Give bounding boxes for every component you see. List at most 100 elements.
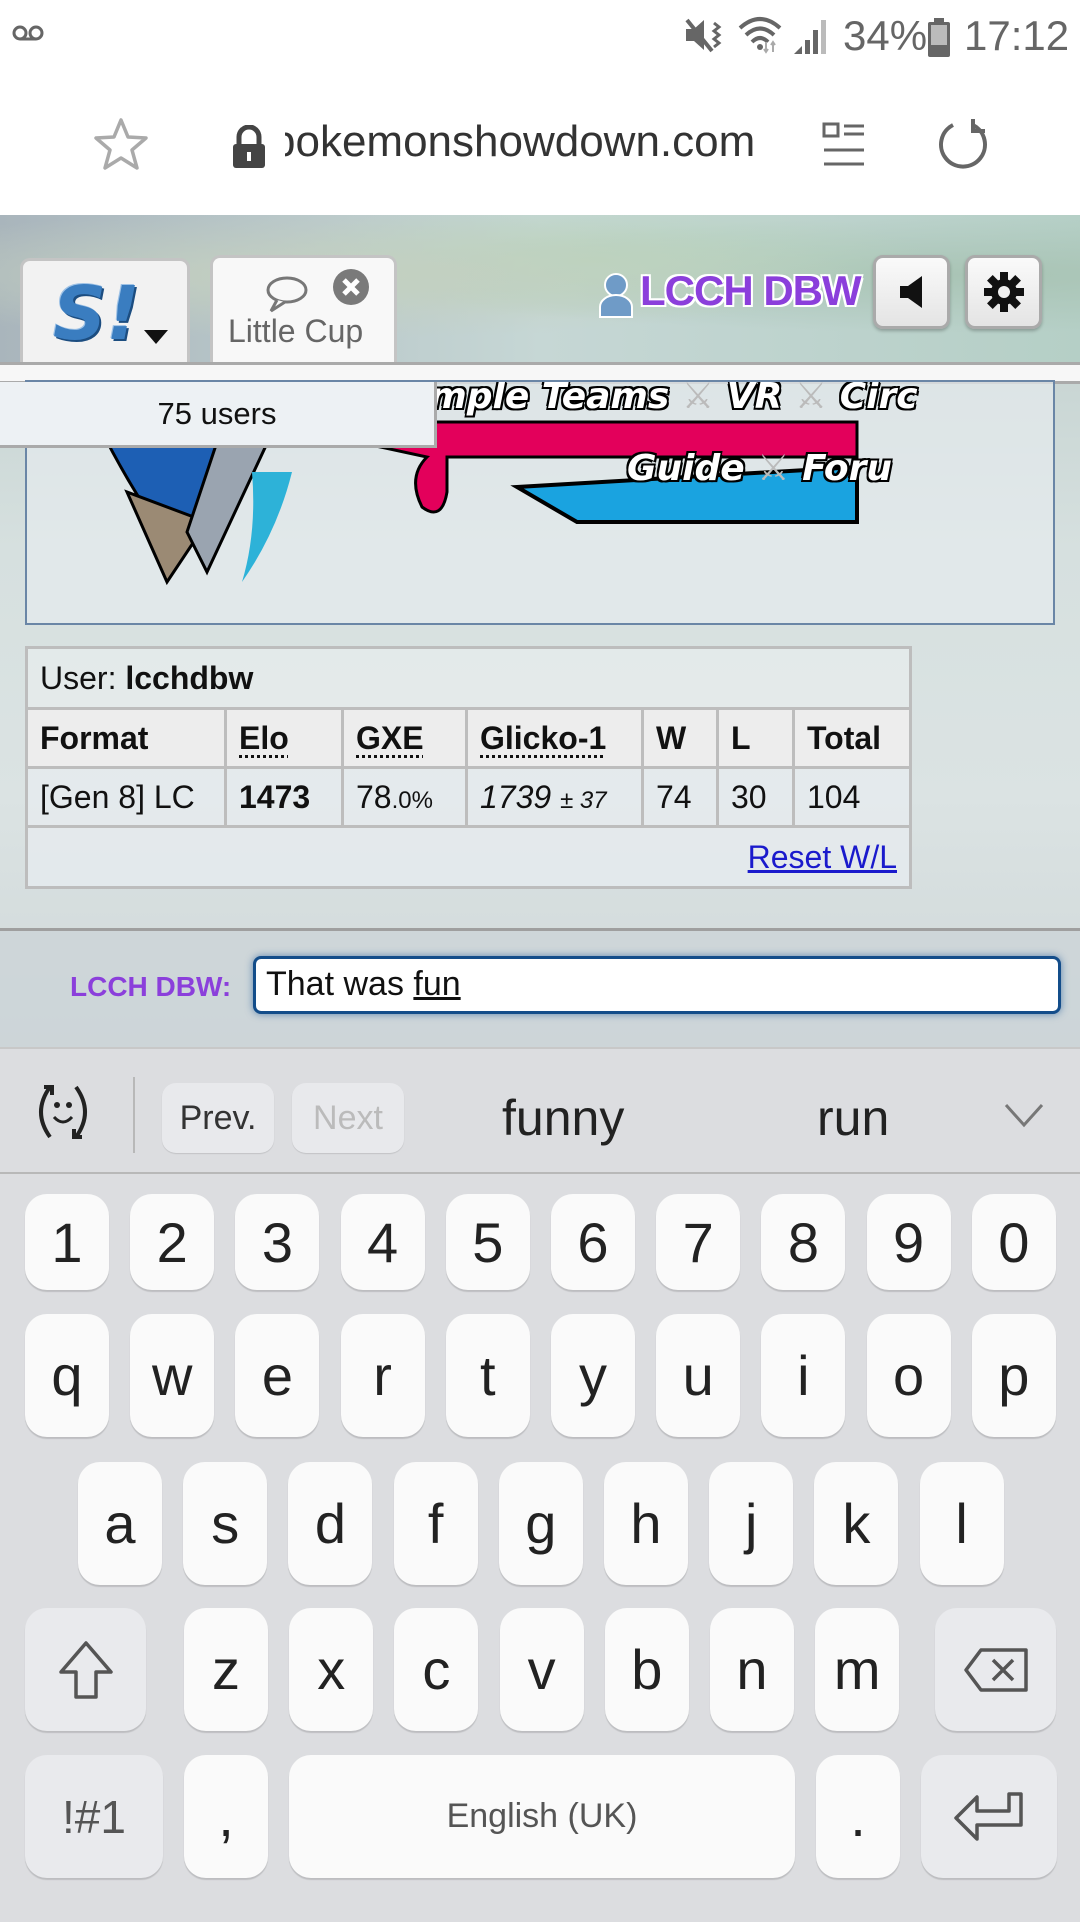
- key-k[interactable]: k: [814, 1462, 899, 1585]
- enter-icon: [954, 1791, 1023, 1841]
- cell-elo: 1473: [224, 766, 344, 828]
- key-f[interactable]: f: [393, 1462, 478, 1585]
- key-9[interactable]: 9: [866, 1194, 951, 1290]
- banner-links-row2: Guide ⚔ Foru: [627, 448, 892, 489]
- cell-glicko: 1739 ± 37: [465, 766, 644, 828]
- comma-key[interactable]: ,: [184, 1755, 268, 1878]
- table-row: [Gen 8] LC 1473 78.0% 1739 ± 37 74 30 10…: [25, 766, 912, 828]
- reset-wl-link[interactable]: Reset W/L: [748, 839, 897, 875]
- banner-link-circuit[interactable]: Circ: [840, 382, 918, 417]
- next-field-button[interactable]: Next: [292, 1083, 404, 1153]
- key-7[interactable]: 7: [656, 1194, 741, 1290]
- key-8[interactable]: 8: [761, 1194, 846, 1290]
- key-y[interactable]: y: [551, 1314, 635, 1437]
- banner-link-vr[interactable]: VR: [727, 382, 783, 417]
- key-4[interactable]: 4: [340, 1194, 425, 1290]
- key-z[interactable]: z: [184, 1608, 268, 1731]
- glicko-deviation: ± 37: [560, 786, 607, 814]
- key-x[interactable]: x: [289, 1608, 374, 1731]
- header-row: Format Elo GXE Glicko-1 W L Total: [25, 707, 912, 769]
- key-2[interactable]: 2: [130, 1194, 215, 1290]
- key-r[interactable]: r: [340, 1314, 425, 1437]
- user-cell: User: lcchdbw: [25, 646, 912, 710]
- close-tab-button[interactable]: [333, 269, 369, 305]
- sound-button[interactable]: [873, 255, 950, 329]
- cell-wins: 74: [641, 766, 719, 828]
- username-button[interactable]: LCCH DBW: [640, 267, 862, 315]
- tab-little-cup[interactable]: Little Cup: [210, 255, 397, 365]
- key-m[interactable]: m: [815, 1608, 900, 1731]
- chat-input-composing-word: fun: [413, 965, 461, 1003]
- key-1[interactable]: 1: [25, 1194, 109, 1290]
- key-d[interactable]: d: [288, 1462, 373, 1585]
- userlist-toggle[interactable]: 75 users: [0, 382, 437, 448]
- emoji-toggle-icon[interactable]: [30, 1079, 96, 1145]
- key-l[interactable]: l: [919, 1462, 1004, 1585]
- cell-total: 104: [792, 766, 912, 828]
- key-3[interactable]: 3: [235, 1194, 320, 1290]
- battery-icon: [928, 18, 950, 57]
- header-elo-label: Elo: [239, 719, 289, 756]
- key-u[interactable]: u: [656, 1314, 741, 1437]
- key-o[interactable]: o: [866, 1314, 951, 1437]
- banner-link-forum[interactable]: Foru: [802, 448, 892, 489]
- shift-icon: [58, 1640, 113, 1699]
- url-text: pokemonshowdown.com: [285, 117, 756, 166]
- key-p[interactable]: p: [971, 1314, 1056, 1437]
- chat-username-label: LCCH DBW:: [70, 971, 232, 1002]
- key-5[interactable]: 5: [445, 1194, 530, 1290]
- chat-input[interactable]: That was fun: [253, 956, 1061, 1014]
- tab-label: Little Cup: [228, 313, 364, 349]
- header-gxe-label: GXE: [356, 719, 424, 756]
- reset-cell: Reset W/L: [25, 825, 912, 889]
- soft-keyboard: Prev. Next funny run !#1 , English (UK) …: [0, 1047, 1080, 1922]
- refresh-icon[interactable]: [935, 117, 991, 173]
- gxe-main: 78: [356, 778, 392, 815]
- key-0[interactable]: 0: [971, 1194, 1056, 1290]
- signal-icon: [794, 20, 826, 54]
- user-label: User:: [40, 659, 117, 696]
- backspace-key[interactable]: [935, 1608, 1056, 1731]
- suggestion-divider: [133, 1077, 135, 1153]
- key-b[interactable]: b: [604, 1608, 689, 1731]
- header-glicko-label: Glicko-1: [480, 719, 607, 756]
- key-v[interactable]: v: [499, 1608, 584, 1731]
- key-s[interactable]: s: [183, 1462, 268, 1585]
- settings-button[interactable]: [965, 255, 1042, 329]
- expand-suggestions-icon[interactable]: [1004, 1103, 1044, 1129]
- banner-link-guide[interactable]: Guide: [627, 448, 745, 489]
- prev-field-button[interactable]: Prev.: [162, 1083, 274, 1153]
- space-key[interactable]: English (UK): [289, 1755, 795, 1878]
- key-w[interactable]: w: [130, 1314, 215, 1437]
- main-menu-tab[interactable]: S!: [20, 258, 190, 364]
- header-glicko: Glicko-1: [465, 707, 644, 769]
- key-e[interactable]: e: [235, 1314, 320, 1437]
- enter-key[interactable]: [921, 1755, 1057, 1878]
- key-q[interactable]: q: [25, 1314, 109, 1437]
- key-i[interactable]: i: [761, 1314, 846, 1437]
- key-t[interactable]: t: [445, 1314, 530, 1437]
- header-gxe: GXE: [341, 707, 468, 769]
- star-icon[interactable]: [93, 117, 149, 173]
- key-6[interactable]: 6: [551, 1194, 635, 1290]
- suggestion-1[interactable]: funny: [502, 1089, 624, 1147]
- key-c[interactable]: c: [394, 1608, 479, 1731]
- url-field[interactable]: pokemonshowdown.com: [285, 117, 785, 167]
- chat-composer: LCCH DBW: That was fun: [0, 928, 1080, 1047]
- gear-icon: [983, 272, 1024, 312]
- key-g[interactable]: g: [498, 1462, 583, 1585]
- lock-icon: [233, 125, 265, 168]
- key-j[interactable]: j: [709, 1462, 794, 1585]
- dropdown-arrow-icon: [144, 330, 168, 344]
- reader-mode-icon[interactable]: [822, 122, 866, 170]
- key-n[interactable]: n: [710, 1608, 794, 1731]
- period-key[interactable]: .: [816, 1755, 900, 1878]
- symbols-key[interactable]: !#1: [25, 1755, 163, 1878]
- suggestion-2[interactable]: run: [817, 1089, 889, 1147]
- key-a[interactable]: a: [78, 1462, 162, 1585]
- clock: 17:12: [964, 12, 1070, 59]
- shift-key[interactable]: [25, 1608, 146, 1731]
- key-h[interactable]: h: [604, 1462, 688, 1585]
- wifi-icon: [738, 17, 782, 54]
- reset-row: Reset W/L: [25, 825, 912, 889]
